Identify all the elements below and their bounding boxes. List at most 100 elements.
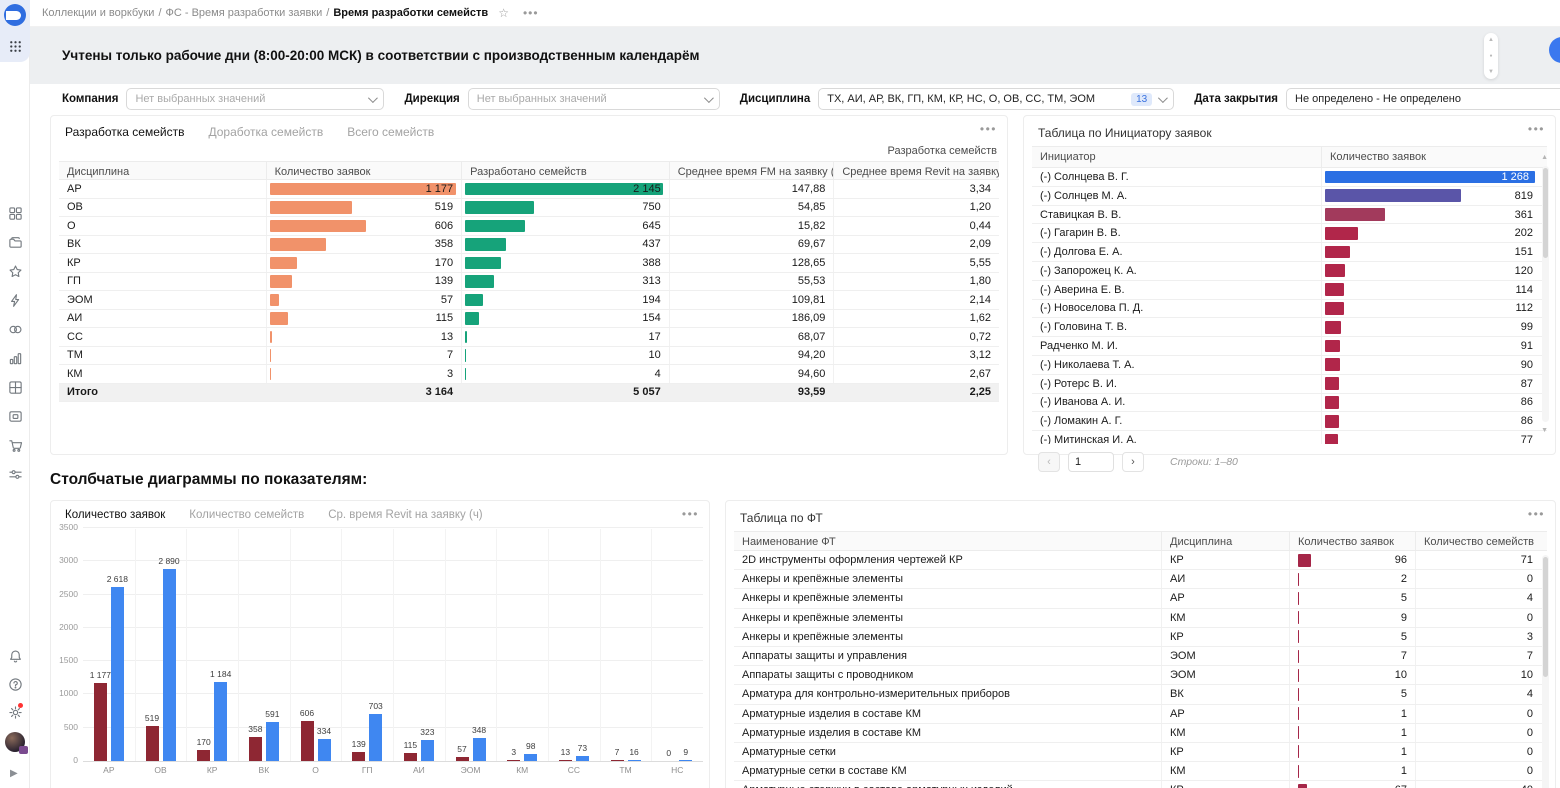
breadcrumb-segment[interactable]: ФС - Время разработки заявки [166,7,323,19]
bar[interactable] [145,726,159,761]
bar[interactable] [420,739,434,761]
scroll-up-icon[interactable]: ▲ [1488,37,1494,43]
bar[interactable] [317,738,331,761]
bar[interactable] [627,759,641,761]
requests-bar [1325,339,1341,353]
tab-revit-time[interactable]: Ср. время Revit на заявку (ч) [328,509,482,521]
breadcrumb-segment[interactable]: Коллекции и воркбуки [42,7,154,19]
bar[interactable] [162,568,176,761]
marketplace-icon[interactable] [7,437,23,453]
bar[interactable] [248,737,262,761]
bar[interactable] [455,757,469,761]
cell-value: 5 [1400,630,1407,643]
requests-bar [269,256,297,269]
tab-families-count[interactable]: Количество семейств [189,509,304,521]
bar-value-label: 2 890 [158,555,180,566]
bar[interactable] [93,682,107,761]
close-date-select[interactable]: Не определено - Не определено ✕ [1286,88,1560,110]
bar[interactable] [507,760,521,761]
cell-families: 437 [462,235,670,253]
help-icon[interactable] [7,676,23,692]
bar-value-label: 7 [614,747,620,757]
sidebar-collapse-icon[interactable]: ▶ [10,768,18,779]
cell-initiator: Радченко М. И. [1032,337,1322,355]
scrollbar-thumb[interactable] [1543,168,1548,258]
bar[interactable] [472,737,486,761]
scroll-down-icon[interactable]: ▼ [1488,69,1494,75]
cell-revit-time: 5,55 [969,256,992,269]
cell-value: 1 [1400,765,1407,778]
next-page-button[interactable]: › [1122,452,1144,472]
gallery-icon[interactable] [7,408,23,424]
vertical-scrollbar[interactable]: ▼ [1542,555,1549,788]
table-row: Арматурные сетки КР 1 0 [734,742,1547,763]
favorite-star-icon[interactable]: ☆ [498,6,509,20]
cell-value: 1 268 [1501,170,1529,183]
bar[interactable] [558,760,572,761]
gridline [83,527,703,528]
discipline-select[interactable]: ТХ, АИ, АР, ВК, ГП, КМ, КР, НС, О, ОВ, С… [818,88,1175,110]
datalens-logo[interactable] [4,4,26,26]
workbooks-icon[interactable] [7,234,23,250]
company-select[interactable]: Нет выбранных значений [126,88,385,110]
y-axis-tick-label: 2000 [59,621,78,632]
scroll-up-icon[interactable]: ▲ [1541,154,1548,161]
charts-icon[interactable] [7,350,23,366]
prev-page-button[interactable]: ‹ [1038,452,1060,472]
bar[interactable] [110,586,124,761]
tab-rework[interactable]: Доработка семейств [208,125,323,139]
cell-total-families: 5 057 [462,383,670,401]
cell-families: 10 [462,346,670,364]
direction-select[interactable]: Нет выбранных значений [467,88,720,110]
bar[interactable] [575,756,589,761]
apps-grid-icon[interactable] [7,38,23,54]
cell-ft-name: Арматурные изделия в составе КМ [734,723,1162,742]
settings-sliders-icon[interactable] [7,466,23,482]
bar[interactable] [610,760,624,761]
vertical-scrollbar[interactable]: ▲ ▼ [1541,154,1549,434]
gear-icon[interactable] [7,703,23,720]
widget-menu-icon[interactable]: ••• [682,507,699,521]
widget-menu-icon[interactable]: ••• [1528,507,1545,521]
x-axis-label: НС [671,765,684,775]
tab-requests-count[interactable]: Количество заявок [65,509,165,521]
collections-icon[interactable] [7,205,23,221]
scroll-down-icon[interactable]: ▼ [1541,427,1548,434]
cell-ft-name: Анкеры и крепёжные элементы [734,608,1162,627]
user-avatar[interactable] [5,732,28,754]
bar[interactable] [265,721,279,761]
cell-initiator: (-) Митинская И. А. [1032,431,1322,444]
widget-menu-icon[interactable]: ••• [980,122,997,136]
bar[interactable] [214,682,228,761]
direction-placeholder: Нет выбранных значений [476,93,607,105]
discipline-count-badge: 13 [1131,92,1153,106]
favorites-icon[interactable] [7,263,23,279]
requests-bar [1325,358,1340,372]
connections-icon[interactable] [7,292,23,308]
cell-revit-time: 1,80 [969,275,992,288]
datasets-icon[interactable] [7,321,23,337]
bar[interactable] [524,754,538,761]
bar[interactable] [679,760,693,761]
notifications-bell-icon[interactable] [7,648,23,664]
bar[interactable] [300,720,314,761]
bar[interactable] [403,753,417,761]
cell-value: 90 [1520,358,1533,371]
dashboards-icon[interactable] [7,379,23,395]
scrollbar-thumb[interactable] [1543,557,1548,677]
requests-bar [1298,745,1299,759]
page-input[interactable] [1068,452,1114,472]
y-axis-tick-label: 2500 [59,588,78,599]
widget-menu-icon[interactable]: ••• [1528,122,1545,136]
tab-development[interactable]: Разработка семейств [65,125,184,139]
tab-all[interactable]: Всего семейств [347,125,434,139]
bar[interactable] [352,751,366,761]
y-axis-tick-label: 3500 [59,522,78,532]
families-bar [465,219,525,232]
bar[interactable] [369,714,383,761]
requests-bar [1298,687,1299,701]
bar-value-label: 3 [511,747,517,757]
breadcrumb-more-icon[interactable]: ••• [523,6,539,20]
cell-requests: 7 [1290,646,1416,666]
bar[interactable] [197,749,211,761]
